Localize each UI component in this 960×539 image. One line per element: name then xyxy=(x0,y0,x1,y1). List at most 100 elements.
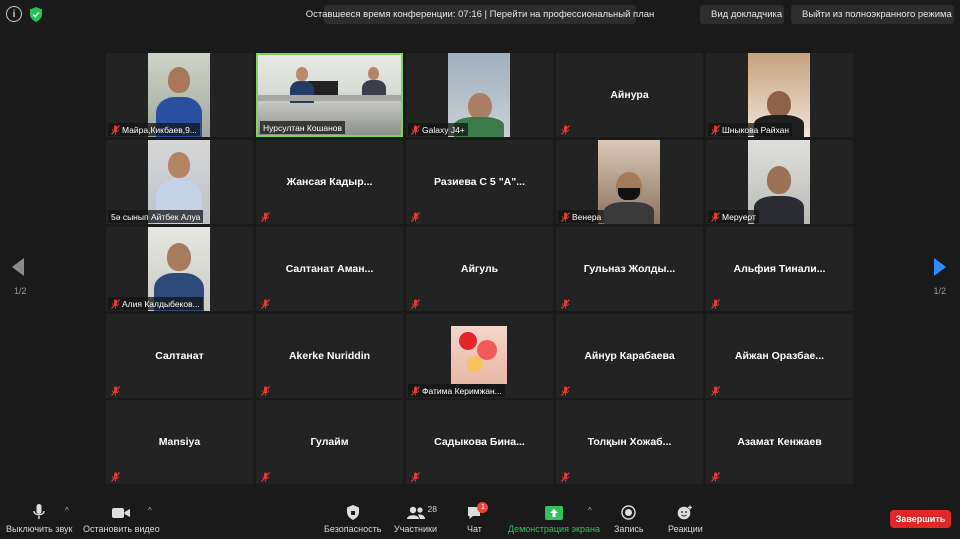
participant-tile[interactable]: Akerke Nuriddin xyxy=(256,314,403,398)
microphone-icon xyxy=(33,504,45,519)
participant-tile[interactable]: Азамат Кенжаев xyxy=(706,400,853,484)
speaker-view-label: Вид докладчика xyxy=(711,9,783,20)
video-options-chevron-icon[interactable]: ^ xyxy=(148,506,152,515)
participant-tile[interactable]: Альфия Тинали... xyxy=(706,227,853,311)
mute-button[interactable]: Выключить звук xyxy=(6,504,73,534)
video-camera-icon xyxy=(112,508,131,518)
participant-tile[interactable]: Разиева С 5 "А"... xyxy=(406,140,553,224)
participant-display-name: Салтанат xyxy=(155,350,204,362)
participant-tile[interactable]: Жансая Кадыр... xyxy=(256,140,403,224)
gallery-grid: Майра,Кикбаев,9... Нурсултан Кошанов Gal… xyxy=(106,53,854,484)
participant-display-name: Akerke Nuriddin xyxy=(288,350,371,362)
mic-muted-icon xyxy=(561,211,570,222)
encryption-shield-icon[interactable] xyxy=(28,6,44,22)
mic-muted-icon xyxy=(411,124,420,135)
mic-muted-icon xyxy=(561,471,570,482)
audio-options-chevron-icon[interactable]: ^ xyxy=(65,506,69,515)
mic-muted-icon xyxy=(711,211,720,222)
participant-tile[interactable]: Толқын Хожаб... xyxy=(556,400,703,484)
participant-name-label xyxy=(258,470,273,483)
participant-tile[interactable]: Гулайм xyxy=(256,400,403,484)
participant-tile[interactable]: Фатима Керимжан... xyxy=(406,314,553,398)
mic-muted-icon xyxy=(111,298,120,309)
participant-tile[interactable]: Galaxy J4+ xyxy=(406,53,553,137)
participant-name-label xyxy=(108,470,123,483)
participant-tile[interactable]: Меруерт xyxy=(706,140,853,224)
participant-name-label: Меруерт xyxy=(708,210,759,223)
participant-tile[interactable]: Салтанат Аман... xyxy=(256,227,403,311)
participant-display-name: Жансая Кадыр... xyxy=(286,176,373,188)
mic-muted-icon xyxy=(261,471,270,482)
mic-muted-icon xyxy=(411,385,420,396)
chat-label: Чат xyxy=(467,524,482,534)
mic-muted-icon xyxy=(111,124,120,135)
mic-muted-icon xyxy=(561,298,570,309)
participant-tile[interactable]: Садыкова Бина... xyxy=(406,400,553,484)
participant-tile[interactable]: 5ә сынып Айтбек Алуа xyxy=(106,140,253,224)
mic-muted-icon xyxy=(261,385,270,396)
mic-muted-icon xyxy=(111,471,120,482)
participant-name-label xyxy=(558,297,573,310)
meeting-toolbar: Выключить звук ^ Остановить видео ^ Безо… xyxy=(0,497,960,539)
speaker-view-button[interactable]: Вид докладчика xyxy=(700,5,784,24)
participant-video xyxy=(598,140,660,224)
mic-muted-icon xyxy=(411,298,420,309)
participant-tile[interactable]: Шныкова Райхан xyxy=(706,53,853,137)
participant-display-name: Альфия Тинали... xyxy=(733,263,826,275)
participant-tile[interactable]: Майра,Кикбаев,9... xyxy=(106,53,253,137)
mic-muted-icon xyxy=(261,211,270,222)
participant-name-label: Шныкова Райхан xyxy=(708,123,793,136)
chat-button[interactable]: 1 Чат xyxy=(467,502,489,534)
meeting-time-banner[interactable]: Оставшееся время конференции: 07:16 | Пе… xyxy=(306,5,654,24)
participant-name-label: Фатима Керимжан... xyxy=(408,384,505,397)
mic-muted-icon xyxy=(411,211,420,222)
participant-name-label xyxy=(558,123,573,136)
reactions-button[interactable]: Реакции xyxy=(668,505,703,534)
participant-tile[interactable]: Айжан Оразбае... xyxy=(706,314,853,398)
record-button[interactable]: Запись xyxy=(614,505,644,534)
next-page-arrow-icon[interactable] xyxy=(934,258,946,276)
share-screen-button[interactable]: Демонстрация экрана xyxy=(508,506,600,534)
page-indicator-right: 1/2 xyxy=(933,286,946,296)
info-icon[interactable]: i xyxy=(6,6,22,22)
participant-avatar-image xyxy=(451,326,507,384)
share-screen-label: Демонстрация экрана xyxy=(508,524,600,534)
participant-tile[interactable]: Салтанат xyxy=(106,314,253,398)
mic-muted-icon xyxy=(261,298,270,309)
participant-tile[interactable]: Венера xyxy=(556,140,703,224)
participant-name-label xyxy=(558,384,573,397)
stop-video-label: Остановить видео xyxy=(83,524,160,534)
exit-fullscreen-label: Выйти из полноэкранного режима xyxy=(802,9,952,20)
mic-muted-icon xyxy=(561,124,570,135)
share-options-chevron-icon[interactable]: ^ xyxy=(588,506,592,515)
participant-tile[interactable]: Айгуль xyxy=(406,227,553,311)
participant-tile-active-speaker[interactable]: Нурсултан Кошанов xyxy=(256,53,403,137)
mic-muted-icon xyxy=(561,385,570,396)
participant-tile[interactable]: Гульназ Жолды... xyxy=(556,227,703,311)
participant-name-label xyxy=(258,384,273,397)
participant-tile[interactable]: Айнура xyxy=(556,53,703,137)
exit-fullscreen-button[interactable]: Выйти из полноэкранного режима xyxy=(791,5,954,24)
participant-display-name: Садыкова Бина... xyxy=(434,436,525,448)
participant-name-label: Венера xyxy=(558,210,605,223)
security-button[interactable]: Безопасность xyxy=(324,505,381,534)
participant-name-label xyxy=(258,210,273,223)
participant-display-name: Айнур Карабаева xyxy=(584,350,675,362)
participant-tile[interactable]: Айнур Карабаева xyxy=(556,314,703,398)
participant-display-name: Айгуль xyxy=(460,263,499,275)
mic-muted-icon xyxy=(111,385,120,396)
participant-name-label xyxy=(408,470,423,483)
participant-name-label xyxy=(258,297,273,310)
previous-page-arrow-icon[interactable] xyxy=(12,258,24,276)
participant-name-label: Алия Калдыбеков... xyxy=(108,297,203,310)
share-screen-icon xyxy=(544,506,563,520)
participant-name-label xyxy=(108,384,123,397)
participant-tile[interactable]: Алия Калдыбеков... xyxy=(106,227,253,311)
participant-name-label: 5ә сынып Айтбек Алуа xyxy=(108,210,204,223)
page-indicator-left: 1/2 xyxy=(14,286,27,296)
participant-display-name: Разиева С 5 "А"... xyxy=(434,176,525,188)
participant-tile[interactable]: Mansiya xyxy=(106,400,253,484)
reaction-emoji-icon xyxy=(678,505,693,520)
participants-button[interactable]: 28 Участники xyxy=(394,504,437,534)
end-meeting-button[interactable]: Завершить xyxy=(890,510,951,528)
